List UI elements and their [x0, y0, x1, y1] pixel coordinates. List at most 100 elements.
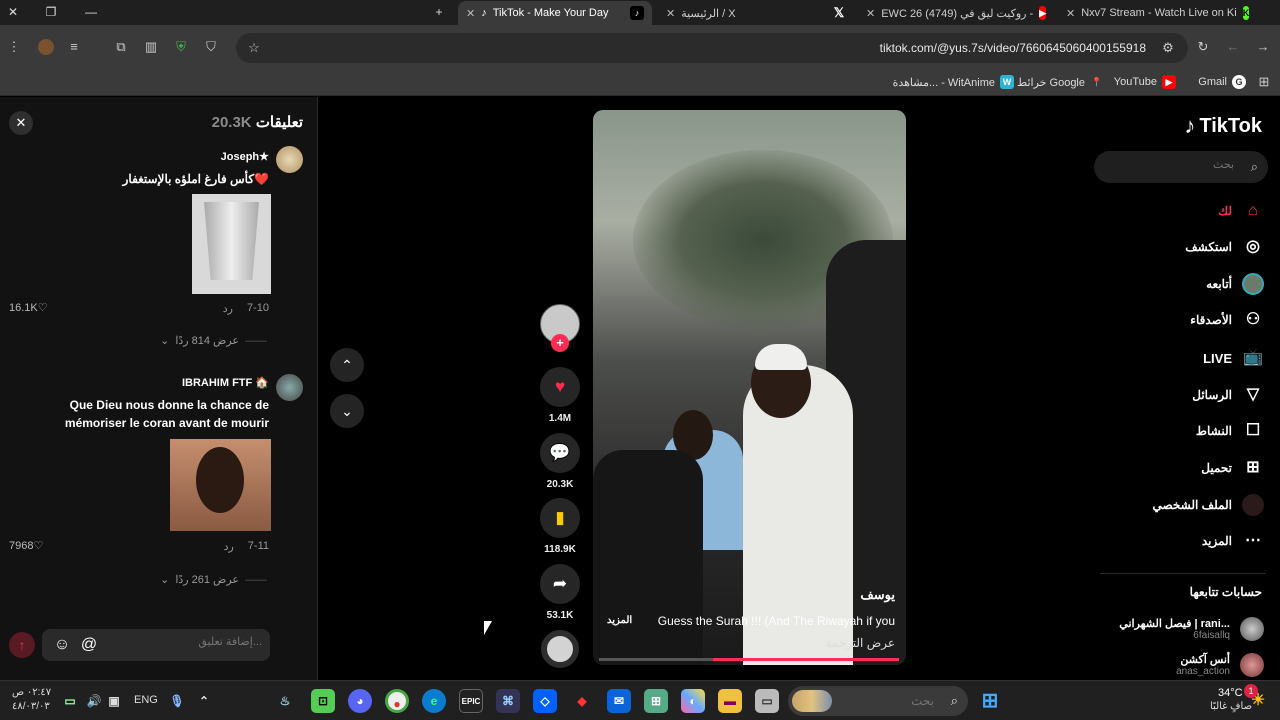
red-diamond-app-icon[interactable]: ◆: [570, 689, 594, 713]
comment-likes[interactable]: 16.1K♡: [9, 301, 48, 314]
discord-icon[interactable]: ◕: [348, 689, 372, 713]
tray-overflow-icon[interactable]: ⌃: [192, 689, 216, 713]
shield-extension-icon[interactable]: ⛨: [173, 39, 189, 55]
caption-more-button[interactable]: المزيد: [607, 615, 632, 626]
close-tab-icon[interactable]: ✕: [466, 7, 475, 20]
epic-games-icon[interactable]: EPIC: [459, 689, 483, 713]
dropbox-icon[interactable]: ◇: [533, 689, 557, 713]
close-tab-icon[interactable]: ✕: [666, 7, 675, 20]
bookmark-google-maps[interactable]: خرائط Google 📍: [1017, 75, 1104, 89]
file-explorer-icon[interactable]: ▬: [718, 689, 742, 713]
comment-username[interactable]: Joseph★: [221, 150, 269, 163]
clock-date[interactable]: ٤٨/٠٣/٠٣: [12, 701, 50, 712]
microphone-icon[interactable]: 🎙: [165, 689, 189, 713]
extensions-icon[interactable]: ⧉: [113, 39, 129, 55]
close-comments-button[interactable]: ✕: [9, 111, 33, 135]
steam-icon[interactable]: ♨: [273, 689, 297, 713]
site-settings-icon[interactable]: ⚙: [1160, 40, 1176, 56]
following-account[interactable]: فيصل الشهراني | rani... 6faisallq: [1119, 617, 1264, 641]
reply-button[interactable]: رد: [223, 302, 233, 315]
save-action[interactable]: ▮ 118.9K: [540, 498, 580, 555]
bookmark-star-icon[interactable]: ☆: [246, 40, 262, 56]
nav-more[interactable]: المزيد ⋯: [1202, 530, 1264, 552]
share-action[interactable]: ➦ 53.1K: [540, 564, 580, 621]
copilot-icon[interactable]: ◐: [681, 689, 705, 713]
nav-explore[interactable]: استكشف ◎: [1185, 236, 1264, 258]
privacy-shield-icon[interactable]: ⛉: [203, 39, 219, 55]
view-replies-button[interactable]: ⌄ عرض 261 ردًا ——: [160, 573, 267, 587]
comment-input-box[interactable]: ☺ @: [42, 629, 270, 661]
controller-app-icon[interactable]: ⌘: [496, 689, 520, 713]
nav-friends[interactable]: الأصدقاء ⚇: [1190, 309, 1264, 331]
profile-avatar-icon[interactable]: [38, 39, 54, 55]
tiktok-logo[interactable]: ♪ TikTok: [1184, 113, 1262, 139]
video-username[interactable]: يوسف: [860, 587, 895, 603]
weather-temp[interactable]: 34°C: [1218, 687, 1243, 699]
see-translation-button[interactable]: عرض الترجمة: [825, 636, 895, 650]
forward-icon[interactable]: →: [1255, 39, 1271, 55]
video-player[interactable]: يوسف Guess the Surah !!! (And The Riwaya…: [593, 110, 906, 665]
bookmark-witanime[interactable]: مشاهدة... - WitAnime W: [893, 75, 1014, 89]
back-icon[interactable]: ←: [1225, 39, 1241, 55]
menu-dots-icon[interactable]: ⋮: [6, 39, 22, 55]
language-indicator[interactable]: ENG: [134, 694, 158, 706]
nav-messages[interactable]: الرسائل ▽: [1192, 384, 1264, 406]
comment-likes[interactable]: 7968♡: [9, 539, 43, 552]
close-tab-icon[interactable]: ✕: [866, 7, 875, 20]
search-box[interactable]: ⌕: [1094, 151, 1268, 183]
taskbar-search-input[interactable]: [844, 694, 934, 708]
tab-x[interactable]: ✕ الرئيسية / X 𝕏: [658, 1, 854, 25]
commenter-avatar[interactable]: [276, 146, 303, 173]
nav-for-you[interactable]: لك ⌂: [1218, 200, 1264, 222]
taskbar-search[interactable]: ⌕: [788, 686, 968, 716]
close-tab-icon[interactable]: ✕: [1066, 7, 1075, 20]
emoji-icon[interactable]: ☺: [51, 634, 73, 656]
comment-image-cup[interactable]: [192, 194, 271, 294]
nav-live[interactable]: LIVE 📺: [1203, 347, 1264, 369]
restore-window-icon[interactable]: ❐: [42, 4, 60, 20]
bookmark-gmail[interactable]: Gmail G: [1198, 75, 1246, 89]
clock-time[interactable]: ٠٢:٤٧ ص: [12, 687, 51, 698]
video-progress-bar[interactable]: [599, 658, 899, 661]
store-icon[interactable]: ⊞: [644, 689, 668, 713]
windows-start-icon[interactable]: ⊞: [978, 689, 1002, 713]
edge-icon[interactable]: e: [422, 689, 446, 713]
sound-disc-icon[interactable]: [541, 630, 579, 668]
reply-button[interactable]: رد: [224, 540, 234, 553]
search-icon[interactable]: ⌕: [1251, 159, 1258, 175]
new-tab-icon[interactable]: +: [430, 4, 448, 20]
bookmark-icon[interactable]: ▮: [540, 498, 580, 538]
like-action[interactable]: ♥ 1.4M: [540, 367, 580, 424]
comment-image-selfie[interactable]: [170, 439, 271, 531]
tab-kick[interactable]: ✕ Nxv7 Stream - Watch Live on Ki K: [1058, 1, 1254, 25]
comment-username[interactable]: IBRAHIM FTF 🏠: [182, 376, 269, 389]
tab-youtube[interactable]: ✕ EWC 26 روكيت ليق في (4749) - ▶: [858, 1, 1054, 25]
bookmark-youtube[interactable]: YouTube ▶: [1114, 75, 1176, 89]
nav-upload[interactable]: تحميل ⊞: [1201, 457, 1264, 479]
nav-profile[interactable]: الملف الشخصي: [1152, 494, 1264, 516]
view-replies-button[interactable]: ⌄ عرض 814 ردًا ——: [160, 334, 267, 348]
extension-icon[interactable]: ▥: [143, 39, 159, 55]
heart-icon[interactable]: ♥: [540, 367, 580, 407]
address-bar[interactable]: ☆ tiktok.com/@yus.7s/video/7660645060400…: [236, 33, 1188, 63]
battery-icon[interactable]: ▭: [58, 689, 82, 713]
search-input[interactable]: [1114, 159, 1234, 171]
share-arrow-icon[interactable]: ➦: [540, 564, 580, 604]
window-app-icon[interactable]: ▭: [755, 689, 779, 713]
network-icon[interactable]: ▣: [102, 689, 126, 713]
media-icon[interactable]: ≡: [66, 39, 82, 55]
reload-icon[interactable]: ↻: [1195, 39, 1211, 55]
tab-tiktok[interactable]: ✕ ♪ TikTok - Make Your Day ♪: [458, 1, 652, 25]
chrome-icon[interactable]: ●: [385, 689, 409, 713]
game-app-icon[interactable]: ⊡: [311, 689, 335, 713]
comment-bubble-icon[interactable]: 💬: [540, 433, 580, 473]
comment-action[interactable]: 💬 20.3K: [540, 433, 580, 490]
next-video-button[interactable]: ⌄: [330, 394, 364, 428]
nav-following[interactable]: أتابعه: [1206, 273, 1264, 295]
apps-grid-icon[interactable]: ⊞: [1256, 74, 1272, 90]
follow-plus-icon[interactable]: +: [551, 334, 569, 352]
send-comment-button[interactable]: ↑: [9, 632, 35, 658]
following-account[interactable]: أنس آكشن anas_action: [1176, 653, 1264, 677]
comment-input[interactable]: [122, 636, 262, 648]
previous-video-button[interactable]: ⌃: [330, 348, 364, 382]
